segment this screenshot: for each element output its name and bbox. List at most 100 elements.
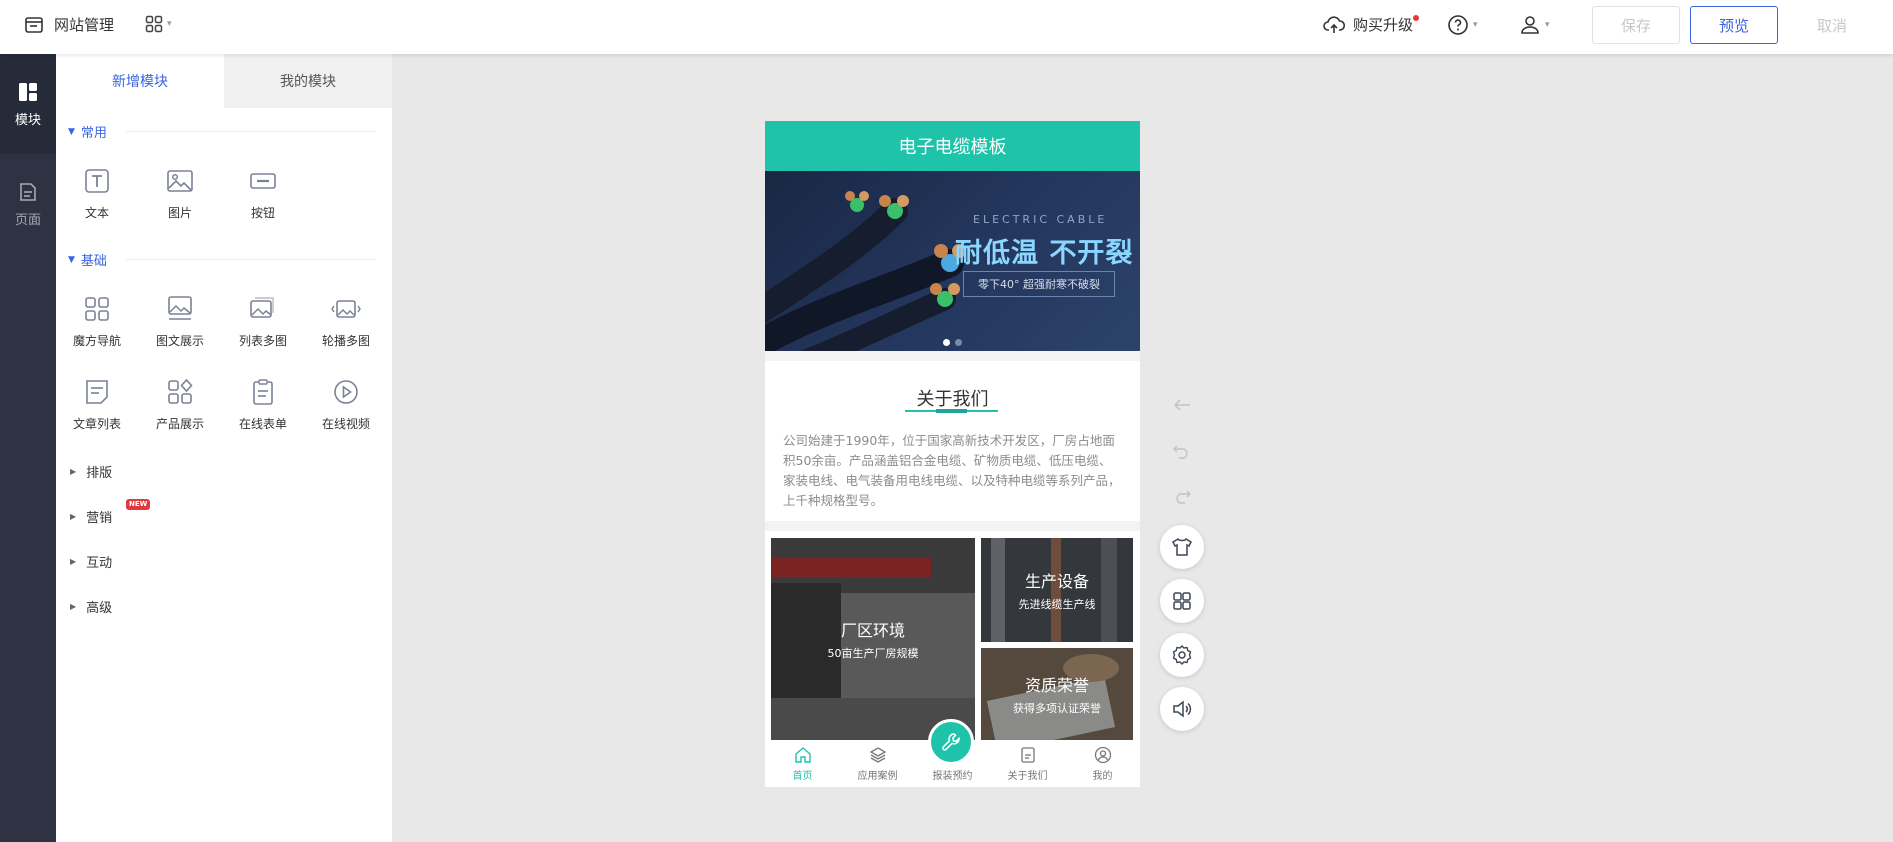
section-advanced[interactable]: ▶ 高级	[70, 597, 112, 616]
section-title: 基础	[80, 254, 107, 269]
upgrade-button[interactable]: 购买升级	[1323, 14, 1420, 35]
tabbar-label: 关于我们	[1007, 771, 1048, 782]
banner-carousel[interactable]: ELECTRIC CABLE 耐低温 不开裂 零下40° 超强耐寒不破裂	[765, 171, 1140, 351]
caret-down-icon: ▼	[68, 126, 75, 137]
user-icon	[1521, 16, 1539, 34]
save-button[interactable]: 保存	[1592, 6, 1680, 44]
document-icon	[1020, 747, 1035, 763]
tabbar-item-home[interactable]: 首页	[765, 741, 840, 787]
section-title: 营销	[86, 511, 113, 526]
module-image[interactable]: 图片	[139, 166, 221, 236]
caret-right-icon: ▶	[70, 512, 77, 521]
module-tabs: 新增模块 我的模块	[56, 54, 392, 108]
divider	[126, 131, 376, 132]
settings-button[interactable]	[1160, 633, 1204, 677]
carousel-dot[interactable]	[955, 339, 962, 346]
chevron-down-icon: ▾	[167, 19, 172, 29]
module-label: 列表多图	[238, 334, 287, 348]
theme-button[interactable]	[1160, 525, 1204, 569]
speaker-icon	[1173, 700, 1192, 718]
article-list-icon	[86, 380, 108, 404]
tabbar-item-cases[interactable]: 应用案例	[840, 741, 915, 787]
section-layout[interactable]: ▶ 排版	[70, 462, 112, 481]
gallery-item-honor[interactable]: 资质荣誉 获得多项认证荣誉	[981, 648, 1133, 740]
cancel-button[interactable]: 取消	[1788, 6, 1876, 44]
module-magic-nav[interactable]: 魔方导航	[56, 294, 138, 364]
module-online-form[interactable]: 在线表单	[222, 377, 304, 447]
phone-header[interactable]: 电子电缆模板	[765, 121, 1140, 171]
carousel-dot[interactable]	[943, 339, 950, 346]
divider	[765, 521, 1140, 531]
help-menu[interactable]: ▾	[1447, 14, 1478, 36]
section-marketing[interactable]: ▶ 营销 NEW	[70, 499, 151, 526]
user-menu[interactable]: ▾	[1519, 14, 1550, 36]
carousel-dots	[943, 339, 962, 346]
redo-button[interactable]	[1171, 485, 1193, 507]
section-title: 互动	[86, 556, 113, 571]
tab-my-modules[interactable]: 我的模块	[224, 54, 392, 108]
shirt-icon	[1172, 537, 1192, 556]
magic-nav-icon	[85, 297, 109, 321]
module-button[interactable]: 按钮	[222, 166, 304, 236]
carousel-icon	[331, 300, 361, 318]
section-basic-header[interactable]: ▼ 基础	[68, 250, 107, 269]
module-label: 在线视频	[321, 417, 370, 431]
gallery-section: 厂区环境 50亩生产厂房规模 生产设备 先进线缆生产线 资质荣誉 获得多项认证荣…	[765, 531, 1140, 740]
banner-en-text: ELECTRIC CABLE	[973, 213, 1108, 226]
arrow-left-icon	[1173, 399, 1190, 411]
chevron-down-icon: ▾	[1473, 20, 1478, 30]
undo-button[interactable]	[1171, 440, 1193, 462]
module-label: 在线表单	[238, 417, 287, 431]
top-bar: 网站管理 ▾ 购买升级 ▾ ▾ 保存 预览 取消	[0, 0, 1893, 54]
gallery-title: 生产设备	[1024, 572, 1089, 591]
site-management-menu[interactable]: 网站管理	[24, 14, 114, 35]
module-list-images[interactable]: 列表多图	[222, 294, 304, 364]
sidebar-item-module[interactable]: 模块	[0, 54, 56, 154]
gallery-item-factory[interactable]: 厂区环境 50亩生产厂房规模	[771, 538, 975, 740]
text-icon	[85, 169, 109, 193]
home-icon	[794, 747, 811, 763]
section-common-header[interactable]: ▼ 常用	[68, 122, 107, 141]
module-image-text[interactable]: 图文展示	[139, 294, 221, 364]
page-icon	[20, 182, 36, 201]
apps-menu[interactable]: ▾	[145, 15, 172, 33]
module-panel: 新增模块 我的模块 ▼ 常用 文本 图片 按钮 ▼ 基础 魔方导航 图文展示 列…	[56, 54, 392, 842]
upgrade-label-wrap: 购买升级	[1353, 14, 1420, 35]
tab-new-modules[interactable]: 新增模块	[56, 54, 224, 108]
components-button[interactable]	[1160, 579, 1204, 623]
section-title: 常用	[80, 126, 107, 141]
gallery-sub: 获得多项认证荣誉	[1013, 702, 1101, 715]
module-text[interactable]: 文本	[56, 166, 138, 236]
module-label: 图文展示	[155, 334, 204, 348]
tabbar-item-mine[interactable]: 我的	[1065, 741, 1140, 787]
about-section[interactable]: 关于我们 公司始建于1990年，位于国家高新技术开发区，厂房占地面积50余亩。产…	[765, 361, 1140, 521]
module-carousel[interactable]: 轮播多图	[305, 294, 387, 364]
wrench-icon	[942, 733, 960, 751]
module-icon	[19, 82, 37, 101]
banner-sub: 零下40° 超强耐寒不破裂	[963, 271, 1115, 297]
module-article-list[interactable]: 文章列表	[56, 377, 138, 447]
gallery-item-equipment[interactable]: 生产设备 先进线缆生产线	[981, 538, 1133, 642]
about-title: 关于我们	[916, 389, 989, 410]
move-left-button[interactable]	[1171, 394, 1193, 416]
module-label: 产品展示	[155, 417, 204, 431]
sound-button[interactable]	[1160, 687, 1204, 731]
caret-right-icon: ▶	[70, 602, 77, 611]
gallery-sub: 50亩生产厂房规模	[827, 647, 919, 660]
site-management-title: 网站管理	[54, 16, 115, 34]
module-label: 文章列表	[72, 417, 121, 431]
product-display-icon	[168, 378, 193, 404]
section-interaction[interactable]: ▶ 互动	[70, 552, 112, 571]
online-form-icon	[253, 379, 273, 405]
booking-fab[interactable]	[928, 719, 974, 765]
preview-button[interactable]: 预览	[1690, 6, 1778, 44]
sidebar-item-page[interactable]: 页面	[0, 154, 56, 254]
site-title: 电子电缆模板	[898, 137, 1007, 158]
undo-icon	[1173, 445, 1188, 459]
redo-icon	[1176, 490, 1191, 504]
phone-preview: 电子电缆模板 ELECTRIC CABLE 耐低温 不开裂 零下40° 超强耐寒…	[765, 121, 1140, 787]
module-product-display[interactable]: 产品展示	[139, 377, 221, 447]
module-online-video[interactable]: 在线视频	[305, 377, 387, 447]
tabbar-item-about[interactable]: 关于我们	[990, 741, 1065, 787]
play-circle-icon	[334, 380, 358, 404]
